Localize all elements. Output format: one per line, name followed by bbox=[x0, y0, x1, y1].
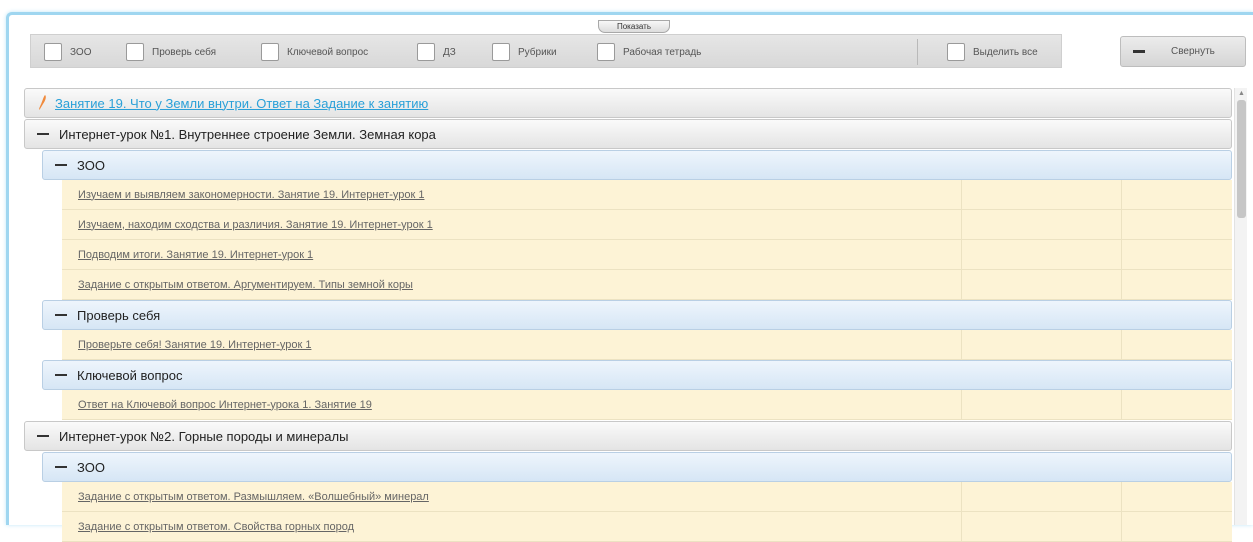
internet-lesson-title: Интернет-урок №1. Внутреннее строение Зе… bbox=[59, 126, 436, 142]
task-cell bbox=[961, 330, 1121, 359]
select-all[interactable]: Выделить все bbox=[947, 43, 1038, 61]
filter-label: ЗОО bbox=[70, 46, 92, 58]
task-cell bbox=[961, 512, 1121, 541]
minus-icon[interactable] bbox=[55, 164, 67, 166]
task-link[interactable]: Ответ на Ключевой вопрос Интернет-урока … bbox=[78, 399, 961, 411]
task-link[interactable]: Подводим итоги. Занятие 19. Интернет-уро… bbox=[78, 249, 961, 261]
task-link[interactable]: Задание с открытым ответом. Свойства гор… bbox=[78, 521, 961, 533]
checkbox[interactable] bbox=[492, 43, 510, 61]
task-cell bbox=[1121, 512, 1232, 541]
task-link[interactable]: Изучаем, находим сходства и различия. За… bbox=[78, 219, 961, 231]
filter-label: Рубрики bbox=[518, 46, 557, 58]
scrollbar[interactable]: ▲ bbox=[1234, 88, 1247, 525]
collapse-label: Свернуть bbox=[1171, 46, 1215, 57]
internet-lesson-row[interactable]: Интернет-урок №1. Внутреннее строение Зе… bbox=[24, 119, 1232, 149]
task-cell bbox=[1121, 482, 1232, 511]
filter-key-question[interactable]: Ключевой вопрос bbox=[261, 43, 368, 61]
select-all-label: Выделить все bbox=[973, 46, 1038, 58]
task-cell bbox=[961, 180, 1121, 209]
task-link[interactable]: Задание с открытым ответом. Аргументируе… bbox=[78, 279, 961, 291]
lesson-link[interactable]: Занятие 19. Что у Земли внутри. Ответ на… bbox=[55, 96, 428, 111]
section-row[interactable]: ЗОО bbox=[42, 452, 1232, 482]
section-title: ЗОО bbox=[77, 459, 105, 475]
filter-label: Проверь себя bbox=[152, 46, 216, 58]
task-row: Изучаем, находим сходства и различия. За… bbox=[62, 210, 1232, 240]
task-row: Подводим итоги. Занятие 19. Интернет-уро… bbox=[62, 240, 1232, 270]
minus-icon[interactable] bbox=[55, 374, 67, 376]
filter-label: Ключевой вопрос bbox=[287, 46, 369, 58]
minus-icon[interactable] bbox=[55, 314, 67, 316]
section-title: Ключевой вопрос bbox=[77, 367, 183, 383]
task-row: Ответ на Ключевой вопрос Интернет-урока … bbox=[62, 390, 1232, 420]
task-link[interactable]: Задание с открытым ответом. Размышляем. … bbox=[78, 491, 961, 503]
task-cell bbox=[1121, 270, 1232, 299]
task-cell bbox=[961, 390, 1121, 419]
filter-label: ДЗ bbox=[443, 46, 456, 58]
section-title: Проверь себя bbox=[77, 307, 161, 323]
filter-bar: ЗОО Проверь себя Ключевой вопрос ДЗ Рубр… bbox=[30, 34, 1062, 68]
filter-workbook[interactable]: Рабочая тетрадь bbox=[597, 43, 701, 61]
filter-homework[interactable]: ДЗ bbox=[417, 43, 456, 61]
pen-icon bbox=[39, 95, 46, 110]
section-row[interactable]: ЗОО bbox=[42, 150, 1232, 180]
checkbox[interactable] bbox=[947, 43, 965, 61]
filter-zoo[interactable]: ЗОО bbox=[44, 43, 91, 61]
minus-icon[interactable] bbox=[37, 435, 49, 437]
scrollbar-thumb[interactable] bbox=[1237, 100, 1246, 218]
section-row[interactable]: Ключевой вопрос bbox=[42, 360, 1232, 390]
checkbox[interactable] bbox=[261, 43, 279, 61]
task-cell bbox=[961, 210, 1121, 239]
task-cell bbox=[1121, 390, 1232, 419]
scroll-up-icon[interactable]: ▲ bbox=[1238, 90, 1245, 98]
filter-check-yourself[interactable]: Проверь себя bbox=[126, 43, 216, 61]
task-row: Задание с открытым ответом. Аргументируе… bbox=[62, 270, 1232, 300]
task-cell bbox=[961, 482, 1121, 511]
task-cell bbox=[961, 270, 1121, 299]
internet-lesson-title: Интернет-урок №2. Горные породы и минера… bbox=[59, 428, 349, 444]
filter-label: Рабочая тетрадь bbox=[623, 46, 702, 58]
checkbox[interactable] bbox=[44, 43, 62, 61]
show-button[interactable]: Показать bbox=[598, 20, 670, 33]
minus-icon bbox=[1133, 50, 1145, 53]
task-row: Изучаем и выявляем закономерности. Занят… bbox=[62, 180, 1232, 210]
lesson-header: Занятие 19. Что у Земли внутри. Ответ на… bbox=[24, 88, 1232, 118]
task-row: Задание с открытым ответом. Свойства гор… bbox=[62, 512, 1232, 542]
section-title: ЗОО bbox=[77, 157, 105, 173]
task-link[interactable]: Изучаем и выявляем закономерности. Занят… bbox=[78, 189, 961, 201]
task-row: Задание с открытым ответом. Размышляем. … bbox=[62, 482, 1232, 512]
task-cell bbox=[1121, 240, 1232, 269]
checkbox[interactable] bbox=[597, 43, 615, 61]
task-row: Проверьте себя! Занятие 19. Интернет-уро… bbox=[62, 330, 1232, 360]
internet-lesson-row[interactable]: Интернет-урок №2. Горные породы и минера… bbox=[24, 421, 1232, 451]
task-cell bbox=[1121, 210, 1232, 239]
task-cell bbox=[1121, 180, 1232, 209]
checkbox[interactable] bbox=[126, 43, 144, 61]
task-cell bbox=[1121, 330, 1232, 359]
task-cell bbox=[961, 240, 1121, 269]
filter-rubrics[interactable]: Рубрики bbox=[492, 43, 557, 61]
collapse-button[interactable]: Свернуть bbox=[1120, 36, 1246, 67]
task-link[interactable]: Проверьте себя! Занятие 19. Интернет-уро… bbox=[78, 339, 961, 351]
section-row[interactable]: Проверь себя bbox=[42, 300, 1232, 330]
filter-divider bbox=[917, 39, 918, 65]
minus-icon[interactable] bbox=[37, 133, 49, 135]
minus-icon[interactable] bbox=[55, 466, 67, 468]
checkbox[interactable] bbox=[417, 43, 435, 61]
